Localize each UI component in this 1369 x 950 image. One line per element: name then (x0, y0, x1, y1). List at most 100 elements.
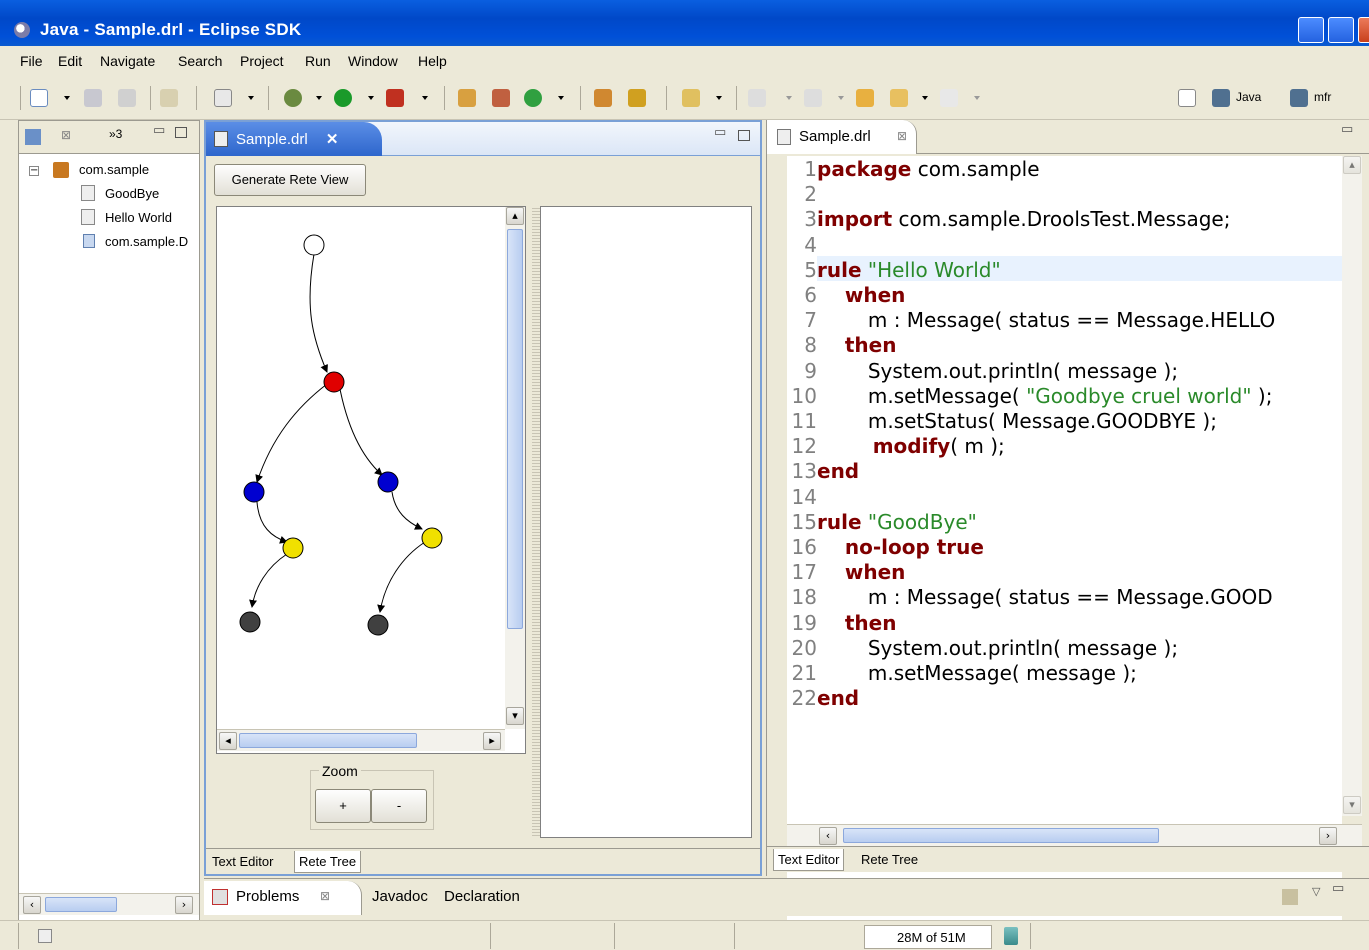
scroll-left-icon[interactable]: ◂ (219, 732, 237, 750)
dropdown-arrow-icon[interactable] (974, 96, 980, 100)
menu-project[interactable]: Project (240, 53, 284, 69)
code-line[interactable]: 14 (787, 485, 817, 510)
maximize-view-icon[interactable] (175, 127, 187, 138)
dropdown-arrow-icon[interactable] (422, 96, 428, 100)
tab-code-sample-drl[interactable]: Sample.drl ⊠ (767, 120, 917, 154)
code-line[interactable]: 9 System.out.println( message ); (787, 359, 1178, 384)
horizontal-scrollbar[interactable]: ‹ › (787, 824, 1362, 846)
tree-item-package[interactable]: com.sample (79, 162, 149, 177)
code-line[interactable]: 19 then (787, 611, 897, 636)
scroll-thumb[interactable] (45, 897, 117, 912)
minimize-view-icon[interactable]: ▭ (1341, 122, 1353, 137)
scroll-down-icon[interactable]: ▾ (1343, 796, 1361, 814)
tree-item-drl[interactable]: com.sample.D (105, 234, 197, 249)
scroll-thumb[interactable] (843, 828, 1159, 843)
open-perspective-icon[interactable] (1178, 89, 1196, 107)
collapse-icon[interactable]: − (29, 166, 39, 176)
rete-adapter-node[interactable] (421, 527, 443, 549)
previous-annotation-icon[interactable] (804, 89, 822, 107)
code-line[interactable]: 8 then (787, 333, 896, 358)
new-package-icon[interactable] (492, 89, 510, 107)
rete-alpha-node[interactable] (243, 481, 265, 503)
minimize-view-icon[interactable]: ▭ (153, 123, 165, 138)
code-line[interactable]: 4 (787, 233, 817, 258)
java-perspective-icon[interactable] (1212, 89, 1230, 107)
scroll-right-icon[interactable]: ▸ (483, 732, 501, 750)
print-icon[interactable] (118, 89, 136, 107)
view-menu-icon[interactable] (1282, 889, 1298, 905)
tab-declaration[interactable]: Declaration (444, 888, 520, 905)
more-tabs-label[interactable]: »3 (109, 127, 122, 141)
tab-rete-tree[interactable]: Rete Tree (294, 851, 362, 873)
debug-icon[interactable] (284, 89, 302, 107)
scroll-left-icon[interactable]: ‹ (819, 827, 837, 845)
dropdown-arrow-icon[interactable] (838, 96, 844, 100)
code-line[interactable]: 5rule "Hello World" (787, 258, 1000, 283)
rete-terminal-node[interactable] (367, 614, 389, 636)
vertical-scrollbar[interactable]: ▴ ▾ (505, 207, 525, 729)
new-project-icon[interactable] (458, 89, 476, 107)
code-line[interactable]: 17 when (787, 560, 906, 585)
scroll-up-icon[interactable]: ▴ (1343, 156, 1361, 174)
menu-window[interactable]: Window (348, 53, 398, 69)
close-tab-icon[interactable]: ✕ (326, 131, 339, 148)
tab-problems[interactable]: Problems ⊠ (204, 881, 362, 915)
perspective-mfr[interactable]: mfr (1314, 90, 1331, 104)
minimize-button[interactable] (1298, 17, 1324, 43)
dropdown-arrow-icon[interactable] (368, 96, 374, 100)
new-class-icon[interactable] (524, 89, 542, 107)
tab-text-editor[interactable]: Text Editor (773, 849, 845, 871)
menu-edit[interactable]: Edit (58, 53, 82, 69)
new-icon[interactable] (30, 89, 48, 107)
dropdown-arrow-icon[interactable] (922, 96, 928, 100)
dropdown-arrow-icon[interactable] (248, 96, 254, 100)
forward-icon[interactable] (940, 89, 958, 107)
next-annotation-icon[interactable] (748, 89, 766, 107)
annotation-icon[interactable] (682, 89, 700, 107)
menu-search[interactable]: Search (178, 53, 222, 69)
code-line[interactable]: 15rule "GoodBye" (787, 510, 977, 535)
menu-help[interactable]: Help (418, 53, 447, 69)
dropdown-arrow-icon[interactable] (716, 96, 722, 100)
search-icon[interactable] (628, 89, 646, 107)
close-tab-icon[interactable]: ⊠ (320, 889, 330, 903)
menu-run[interactable]: Run (305, 53, 331, 69)
zoom-out-button[interactable]: - (371, 789, 427, 823)
minimize-view-icon[interactable]: ▭ (714, 125, 726, 140)
tab-javadoc[interactable]: Javadoc (372, 888, 428, 905)
close-icon[interactable]: ⊠ (61, 128, 71, 142)
tree-item-hello-world[interactable]: Hello World (105, 210, 172, 225)
rete-object-type-node[interactable] (323, 371, 345, 393)
zoom-in-button[interactable]: + (315, 789, 371, 823)
maximize-button[interactable] (1328, 17, 1354, 43)
rule-icon[interactable] (214, 89, 232, 107)
code-line[interactable]: 21 m.setMessage( message ); (787, 661, 1137, 686)
dropdown-arrow-icon[interactable] (316, 96, 322, 100)
external-tools-icon[interactable] (386, 89, 404, 107)
scroll-down-icon[interactable]: ▾ (506, 707, 524, 725)
mfr-perspective-icon[interactable] (1290, 89, 1308, 107)
rete-graph-canvas[interactable]: ▴ ▾ ◂ ▸ (216, 206, 526, 754)
scroll-right-icon[interactable]: › (175, 896, 193, 914)
last-edit-icon[interactable] (856, 89, 874, 107)
rete-root-node[interactable] (303, 234, 325, 256)
close-tab-icon[interactable]: ⊠ (897, 129, 907, 143)
vertical-scrollbar[interactable]: ▴ ▾ (1342, 156, 1362, 816)
code-line[interactable]: 11 m.setStatus( Message.GOODBYE ); (787, 409, 1217, 434)
rete-terminal-node[interactable] (239, 611, 261, 633)
code-line[interactable]: 13end (787, 459, 860, 484)
code-line[interactable]: 2 (787, 182, 817, 207)
dropdown-arrow-icon[interactable] (558, 96, 564, 100)
rete-alpha-node[interactable] (377, 471, 399, 493)
menu-navigate[interactable]: Navigate (100, 53, 155, 69)
build-icon[interactable] (160, 89, 178, 107)
scroll-left-icon[interactable]: ‹ (23, 896, 41, 914)
scroll-thumb[interactable] (239, 733, 417, 748)
scroll-right-icon[interactable]: › (1319, 827, 1337, 845)
dropdown-arrow-icon[interactable] (786, 96, 792, 100)
code-line[interactable]: 20 System.out.println( message ); (787, 636, 1179, 661)
chevron-down-icon[interactable]: ▽ (1312, 885, 1320, 898)
tab-text-editor[interactable]: Text Editor (208, 851, 277, 873)
close-button[interactable] (1358, 17, 1369, 43)
dropdown-arrow-icon[interactable] (64, 96, 70, 100)
